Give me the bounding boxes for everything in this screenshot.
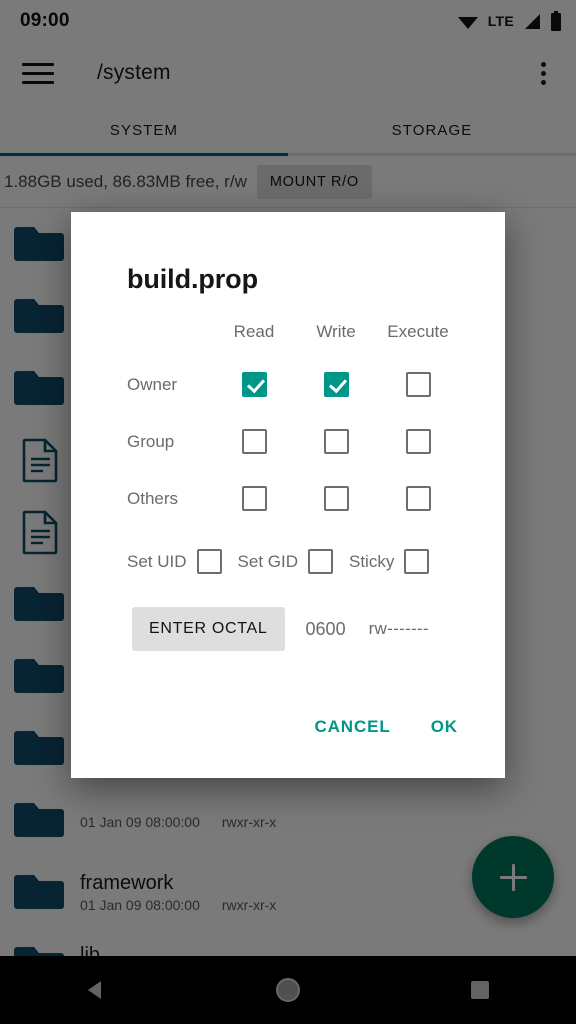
enter-octal-button[interactable]: ENTER OCTAL: [132, 607, 285, 651]
checkbox-sticky[interactable]: [404, 549, 430, 574]
octal-row: ENTER OCTAL 0600 rw-------: [132, 607, 477, 651]
octal-value: 0600: [305, 618, 346, 639]
perm-column-header-read: Read: [233, 322, 275, 341]
perm-cell-group-execute: [377, 413, 459, 470]
checkbox-set-uid[interactable]: [196, 549, 222, 574]
perm-row-label-owner: Owner: [127, 374, 178, 394]
special-bit-label-set-gid: Set GID: [237, 551, 298, 571]
checkbox-others-write[interactable]: [323, 486, 349, 511]
perm-cell-group-write: [295, 413, 377, 470]
checkbox-set-gid[interactable]: [308, 549, 333, 574]
checkbox-owner-read[interactable]: [241, 372, 267, 397]
checkbox-group-write[interactable]: [323, 429, 349, 454]
perm-cell-owner-write: [295, 356, 377, 413]
checkbox-others-execute[interactable]: [405, 486, 431, 511]
dialog-title: build.prop: [127, 264, 258, 294]
permissions-dialog: build.prop Read Write Execute Owner Group Oth…: [71, 212, 505, 778]
perm-cell-group-read: [213, 413, 295, 470]
perm-cell-others-execute: [377, 470, 459, 527]
checkbox-group-execute[interactable]: [405, 429, 431, 454]
perm-grid-corner: [127, 322, 213, 356]
checkbox-others-read[interactable]: [241, 486, 267, 511]
checkbox-owner-execute[interactable]: [405, 372, 431, 397]
perm-row-label-others: Others: [127, 488, 179, 508]
permissions-grid: Read Write Execute Owner Group Others: [127, 322, 459, 527]
perm-column-header-write: Write: [316, 322, 356, 341]
checkbox-group-read[interactable]: [241, 429, 267, 454]
perm-column-header-execute: Execute: [387, 322, 449, 341]
ok-button[interactable]: OK: [416, 706, 473, 748]
perm-cell-others-write: [295, 470, 377, 527]
perm-cell-owner-read: [213, 356, 295, 413]
checkbox-owner-write[interactable]: [323, 372, 349, 397]
dialog-actions: CANCEL OK: [99, 706, 477, 748]
octal-symbolic-string: rw-------: [368, 619, 429, 638]
special-bits-row: Set UID Set GID Sticky: [127, 549, 477, 574]
perm-cell-owner-execute: [377, 356, 459, 413]
perm-row-label-group: Group: [127, 431, 175, 451]
special-bit-label-set-uid: Set UID: [127, 551, 187, 571]
perm-cell-others-read: [213, 470, 295, 527]
cancel-button[interactable]: CANCEL: [299, 706, 405, 748]
phone-screen: 09:00 LTE /system: [0, 0, 576, 1024]
special-bit-label-sticky: Sticky: [349, 551, 395, 571]
